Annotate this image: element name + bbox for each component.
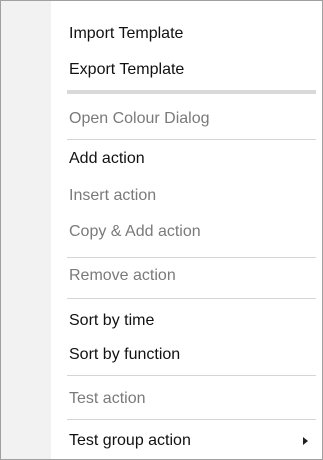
menu-item-remove-action[interactable]: Remove action [51,259,322,293]
menu-separator [67,139,316,140]
menu-item-label: Sort by time [69,312,155,329]
menu-items: Import Template Export Template Open Col… [51,1,322,459]
menu-separator [67,298,316,299]
menu-item-open-colour-dialog[interactable]: Open Colour Dialog [51,102,322,136]
menu-separator [67,419,316,420]
menu-item-label: Export Template [69,61,185,78]
menu-item-add-action[interactable]: Add action [51,142,322,176]
menu-item-label: Add action [69,150,145,167]
menu-item-label: Insert action [69,187,157,204]
menu-item-test-action[interactable]: Test action [51,382,322,416]
submenu-arrow-icon [303,437,308,445]
menu-item-insert-action[interactable]: Insert action [51,179,322,213]
menu-item-sort-by-function[interactable]: Sort by function [51,338,322,372]
menu-item-label: Sort by function [69,346,181,363]
menu-item-label: Test action [69,390,146,407]
menu-item-label: Remove action [69,267,176,284]
menu-separator [67,90,316,94]
menu-item-sort-by-time[interactable]: Sort by time [51,304,322,338]
menu-item-label: Open Colour Dialog [69,110,210,127]
menu-item-label: Test group action [69,432,191,449]
menu-item-label: Import Template [69,25,184,42]
menu-icon-gutter [1,1,51,459]
menu-item-label: Copy & Add action [69,223,201,240]
menu-item-copy-add-action[interactable]: Copy & Add action [51,215,322,249]
menu-item-export-template[interactable]: Export Template [51,53,322,87]
menu-item-test-group-action[interactable]: Test group action [51,424,322,458]
menu-separator [67,375,316,376]
menu-separator [67,257,316,258]
context-menu: Import Template Export Template Open Col… [0,0,323,460]
menu-item-import-template[interactable]: Import Template [51,17,322,51]
